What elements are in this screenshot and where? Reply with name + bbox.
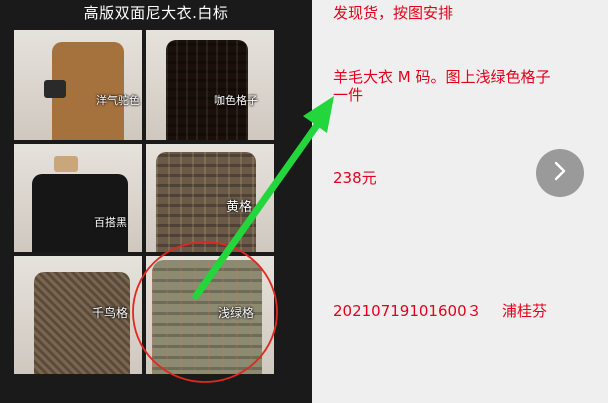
- customer-name: 浦桂芬: [502, 302, 548, 320]
- tile-houndstooth: 千鸟格: [14, 256, 142, 374]
- price-text: 238元: [333, 169, 377, 187]
- tile-camel: 洋气驼色: [14, 30, 142, 140]
- message-line-2: 羊毛大衣 M 码。图上浅绿色格子: [333, 68, 551, 86]
- tile-label: 咖色格子: [214, 94, 258, 107]
- next-button[interactable]: [536, 149, 584, 197]
- message-panel: [312, 0, 608, 403]
- tile-label: 千鸟格: [92, 306, 129, 320]
- tile-label: 黄格: [226, 200, 253, 215]
- tile-yellow-plaid: 黄格: [146, 144, 274, 252]
- message-line-1: 发现货，按图安排: [333, 4, 454, 22]
- chevron-right-icon: [552, 161, 568, 185]
- product-photo[interactable]: 高版双面尼大衣.白标 洋气驼色 咖色格子 百搭黑 黄格 千鸟格 浅绿格: [0, 0, 312, 403]
- message-line-2-cont: 一件: [333, 86, 364, 104]
- photo-title: 高版双面尼大衣.白标: [83, 4, 229, 22]
- order-number: 20210719101600３: [333, 302, 482, 320]
- tile-black: 百搭黑: [14, 144, 142, 252]
- tile-brown-plaid: 咖色格子: [146, 30, 274, 140]
- tile-label: 百搭黑: [94, 216, 127, 229]
- tile-label: 浅绿格: [218, 306, 255, 320]
- tile-light-green-plaid: 浅绿格: [146, 256, 274, 374]
- tile-label: 洋气驼色: [96, 94, 140, 107]
